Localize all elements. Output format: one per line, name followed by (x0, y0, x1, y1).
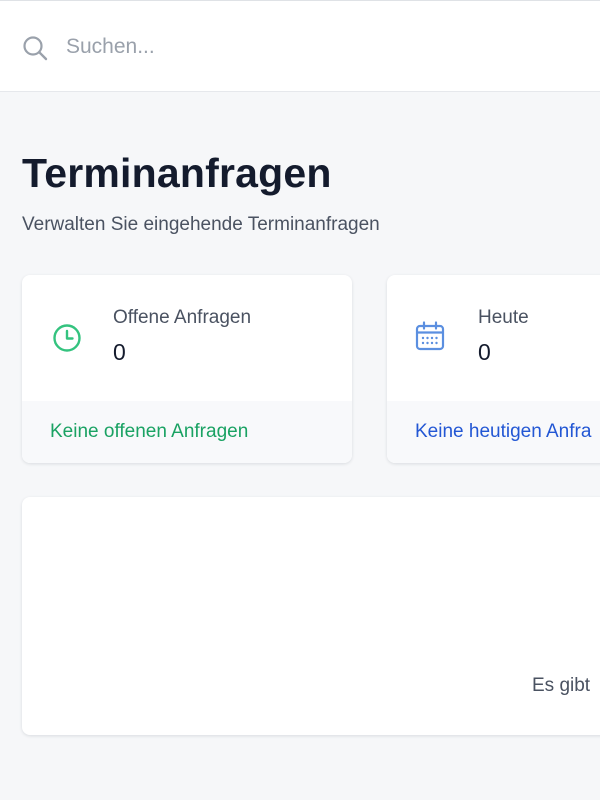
clock-icon (53, 324, 81, 352)
empty-state-message: Es gibt (532, 675, 591, 696)
today-requests-card: Heute 0 Keine heutigen Anfra (387, 275, 600, 463)
card-footer-text: Keine heutigen Anfra (415, 421, 592, 442)
page-title: Terminanfragen (22, 150, 332, 196)
card-label: Offene Anfragen (113, 307, 252, 328)
card-body: Offene Anfragen 0 (22, 275, 352, 401)
today-requests-link[interactable]: Keine heutigen Anfra (387, 401, 600, 463)
open-requests-card: Offene Anfragen 0 Keine offenen Anfragen (22, 275, 352, 463)
page-subtitle: Verwalten Sie eingehende Terminanfragen (22, 214, 380, 235)
card-footer-text: Keine offenen Anfragen (50, 421, 249, 442)
requests-panel: Es gibt (22, 497, 600, 735)
card-body: Heute 0 (387, 275, 600, 401)
search-icon (23, 36, 48, 61)
calendar-icon (415, 321, 445, 351)
card-value: 0 (113, 339, 126, 365)
card-value: 0 (478, 339, 491, 365)
open-requests-link[interactable]: Keine offenen Anfragen (22, 401, 352, 463)
top-search-bar (0, 0, 600, 92)
search-input[interactable] (66, 27, 566, 67)
card-label: Heute (478, 307, 529, 328)
